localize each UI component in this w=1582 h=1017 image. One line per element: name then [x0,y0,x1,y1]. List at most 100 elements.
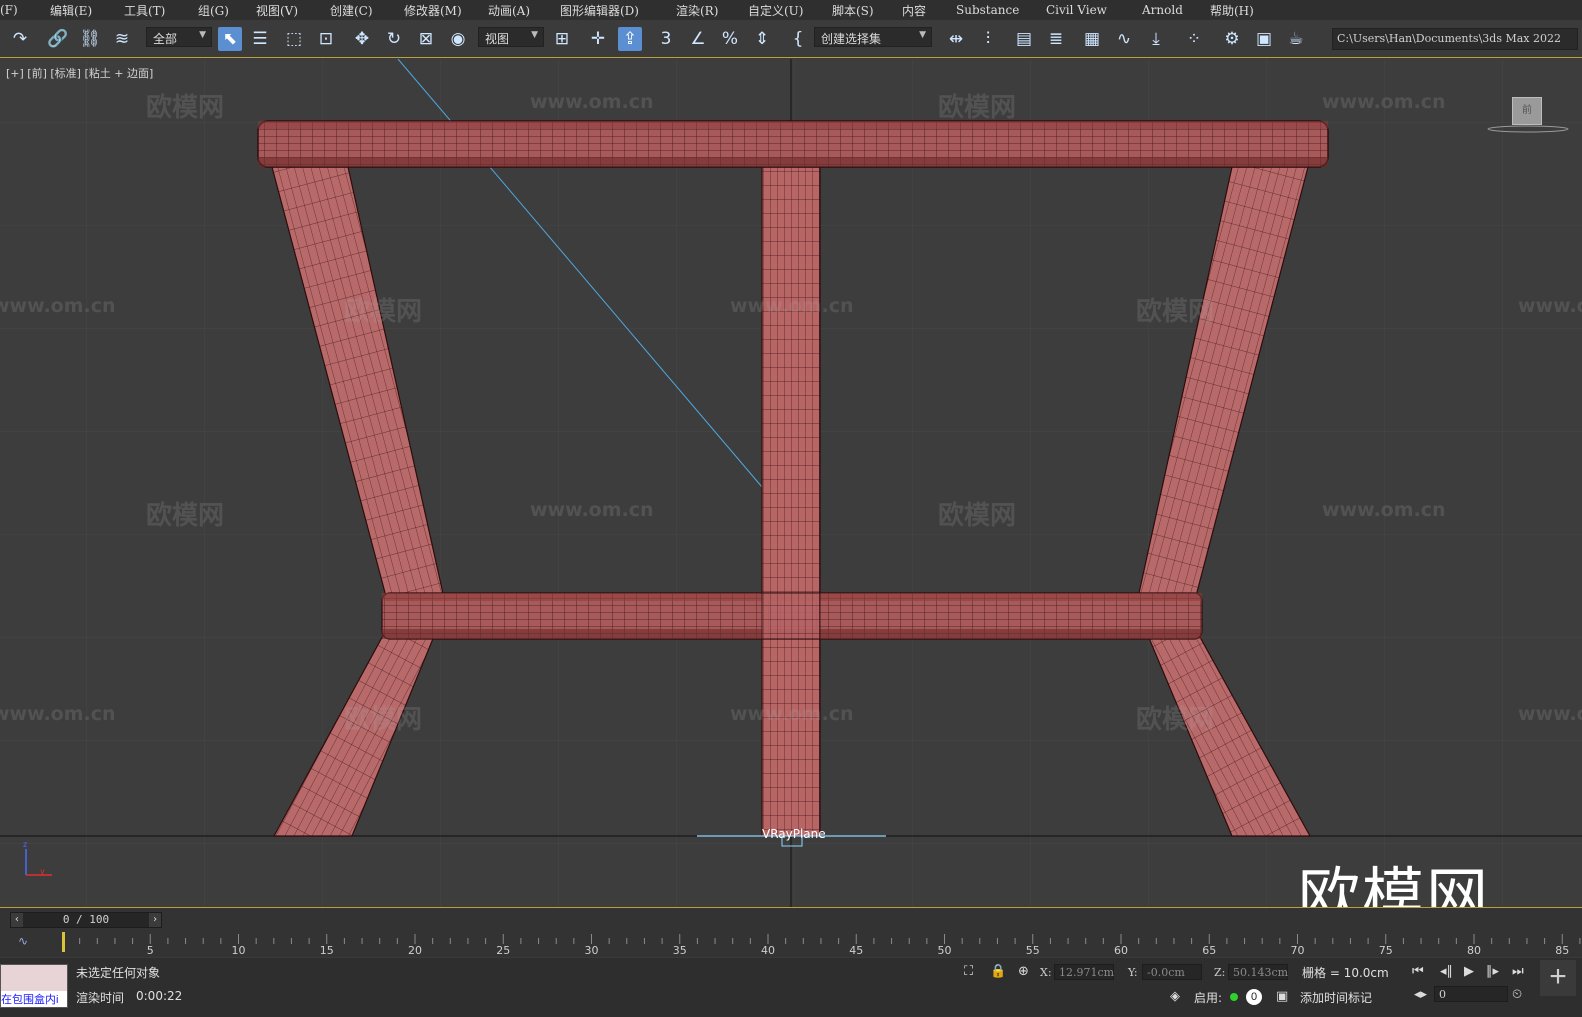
menu-item[interactable]: 帮助(H) [1210,2,1254,19]
snap-3d-icon[interactable]: 3 [654,27,678,51]
absolute-mode-icon[interactable]: ⊕ [1018,964,1029,979]
pivot-icon[interactable]: ⊞ [550,27,574,51]
bind-space-warp-icon[interactable]: ≋ [110,27,134,51]
named-selection-set-select[interactable]: 创建选择集 ▼ [814,27,932,47]
menu-item[interactable]: 组(G) [198,2,229,19]
menu-item[interactable]: Arnold [1142,3,1183,17]
front-viewport[interactable]: z y [+] [前] [标准] [粘土 + 边面] 前 欧模网 www.om.… [0,59,1582,907]
z-coord-field[interactable]: 50.143cm [1228,964,1288,980]
angle-snap-icon[interactable]: ∠ [686,27,710,51]
selection-filter-select[interactable]: 全部 ▼ [146,27,212,47]
menu-item[interactable]: 视图(V) [256,2,298,19]
menu-item[interactable]: 创建(C) [330,2,373,19]
menu-item[interactable]: 工具(T) [124,2,165,19]
rect-region-icon[interactable]: ⬚ [282,27,306,51]
lock-icon[interactable]: 🔒 [990,964,1006,979]
menu-item[interactable]: 编辑(E) [50,2,92,19]
main-toolbar: ↷ 🔗 ⛓ ≋ 全部 ▼ ⬉ ☰ ⬚ ⊡ ✥ ↻ ⊠ ◉ 视图 ▼ ⊞ ✛ ⇪ 3 … [0,20,1582,58]
keyboard-shortcut-override-icon[interactable]: ⇪ [618,27,642,51]
maxscript-listener[interactable]: 在包围盒内i [0,964,68,1008]
spinner-snap-icon[interactable]: ⇕ [750,27,774,51]
schematic-view-icon[interactable]: ⤓ [1144,27,1168,51]
select-manipulate-icon[interactable]: ✛ [586,27,610,51]
isolate-selection-icon[interactable]: ⛶ [964,964,973,979]
mirror-icon[interactable]: ⇹ [944,27,968,51]
go-to-end-icon[interactable]: ⏭ [1512,964,1524,979]
percent-snap-icon[interactable]: % [718,27,742,51]
viewcube[interactable]: 前 [1512,97,1542,125]
watermark-text: 欧模网 [146,93,225,123]
add-time-tag[interactable]: 添加时间标记 [1300,989,1372,1006]
menu-item[interactable]: 内容 [902,2,926,19]
menu-item[interactable]: Civil View [1046,3,1107,17]
enabled-label: 启用: [1194,991,1223,1005]
svg-text:y: y [40,867,45,876]
render-setup-icon[interactable]: ⚙ [1220,27,1244,51]
timeline-tick-label: 70 [1290,944,1305,957]
link-icon[interactable]: 🔗 [46,27,70,51]
menu-item[interactable]: 脚本(S) [832,2,874,19]
y-coord-field[interactable]: -0.0cm [1142,964,1202,980]
frame-arrows-icon[interactable]: ◂▸ [1414,987,1427,1002]
timeline-tick-labels: 0510152025303540455055606570758085 [62,930,1582,957]
grid-size: 栅格 = 10.0cm [1302,966,1389,980]
placement-icon[interactable]: ◉ [446,27,470,51]
curve-toggle-icon[interactable]: ∿ [18,934,28,948]
window-crossing-icon[interactable]: ⊡ [314,27,338,51]
menu-item[interactable]: 修改器(M) [404,2,462,19]
adaptive-degradation-icon[interactable]: ◈ [1170,989,1180,1004]
unlink-icon[interactable]: ⛓ [78,27,102,51]
previous-frame-icon[interactable]: ◂∥ [1440,964,1453,979]
timeline-tick-label: 50 [937,944,952,957]
named-sets-icon[interactable]: { [786,27,810,51]
scale-icon[interactable]: ⊠ [414,27,438,51]
timeline-tick-label: 85 [1555,944,1570,957]
svg-text:z: z [23,840,27,849]
timeline-tick-label: 35 [672,944,687,957]
menu-item[interactable]: 动画(A) [488,2,530,19]
time-config-icon[interactable]: ⏲ [1512,987,1522,1002]
play-icon[interactable]: ▶ [1464,964,1474,979]
select-object-icon[interactable]: ⬉ [218,27,242,51]
table-top[interactable] [257,120,1329,168]
redo-icon[interactable]: ↷ [8,27,32,51]
curve-editor-icon[interactable]: ∿ [1112,27,1136,51]
rendered-frame-icon[interactable]: ▣ [1252,27,1276,51]
menu-item[interactable]: 渲染(R) [676,2,718,19]
menu-item[interactable]: (F) [0,3,18,17]
next-frame-icon[interactable]: ∥▸ [1486,964,1499,979]
viewport-label[interactable]: [+] [前] [标准] [粘土 + 边面] [6,65,153,81]
menu-item[interactable]: Substance [956,3,1019,17]
timeline-tick-label: 25 [496,944,511,957]
timeline-tick-label: 10 [231,944,246,957]
material-editor-icon[interactable]: ⁘ [1182,27,1206,51]
timeline-tick-label: 75 [1378,944,1393,957]
chevron-right-icon[interactable]: › [149,913,161,927]
render-production-icon[interactable]: ☕ [1284,27,1308,51]
align-icon[interactable]: ⫶ [976,27,1000,51]
layer-explorer-icon[interactable]: ≣ [1044,27,1068,51]
go-to-start-icon[interactable]: ⏮ [1412,964,1424,979]
watermark-url: www.om.cn [1518,295,1582,317]
ref-coord-select[interactable]: 视图 ▼ [478,27,544,47]
menu-item[interactable]: 图形编辑器(D) [560,2,639,19]
watermark-url: www.om.cn [1322,91,1446,113]
rotate-icon[interactable]: ↻ [382,27,406,51]
time-tag-icon[interactable]: ▣ [1276,989,1288,1004]
menu-item[interactable]: 自定义(U) [748,2,803,19]
current-frame-field[interactable]: 0 [1434,986,1508,1002]
toggle-ribbon-icon[interactable]: ▦ [1080,27,1104,51]
select-by-name-icon[interactable]: ☰ [248,27,272,51]
enabled-count[interactable]: 0 [1246,989,1262,1005]
project-path-field[interactable]: C:\Users\Han\Documents\3ds Max 2022 [1332,28,1578,50]
timeline-tick-label: 20 [408,944,422,957]
chevron-left-icon[interactable]: ‹ [11,913,23,927]
move-icon[interactable]: ✥ [350,27,374,51]
scene-explorer-icon[interactable]: ▤ [1012,27,1036,51]
add-icon[interactable]: + [1540,960,1576,996]
timeline-tick-label: 55 [1025,944,1040,957]
time-slider[interactable]: ‹ 0 / 100 › [10,912,162,928]
center-post[interactable] [761,166,821,837]
x-coord-field[interactable]: 12.971cm [1054,964,1114,980]
timeline-tick-label: 45 [849,944,864,957]
